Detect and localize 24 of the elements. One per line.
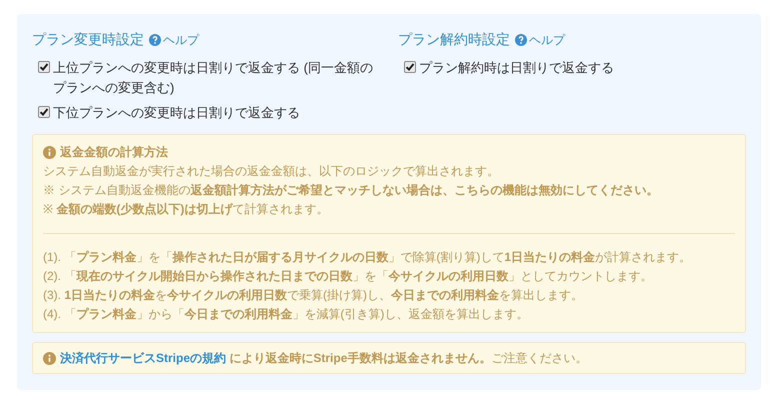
option-label: 上位プランへの変更時は日割りで返金する (同一金額のプランへの変更含む) [53, 59, 373, 97]
checkbox[interactable] [404, 61, 416, 73]
info-text: ※ 金額の端数(少数点以下)は切上げて計算されます。 [43, 201, 330, 218]
calculation-step: (1). 「プラン料金」を「操作された日が届する月サイクルの日数」で除算(割り算)して1日当たりの料金が計算されます。 [43, 248, 735, 267]
info-text: システム自動返金が実行された場合の返金金額は、以下のロジックで算出されます。 [43, 163, 500, 180]
section-title: プラン解約時設定 [398, 30, 510, 49]
help-icon [515, 34, 527, 46]
calculation-step: (3). 1日当たりの料金を今サイクルの利用日数で乗算(掛け算)し、今日までの利用料金を算出します。 [43, 286, 735, 305]
terms-link[interactable]: 決済代行サービスStripeの規約 [60, 351, 226, 365]
help-icon [149, 34, 161, 46]
option-label: プラン解約時は日割りで返金する [419, 59, 614, 77]
info-icon [43, 146, 56, 159]
info-title: 返金金額の計算方法 [60, 144, 168, 161]
calculation-step: (4). 「プラン料金」から「今日までの利用料金」を減算(引き算)し、返金額を算出します。 [43, 305, 735, 324]
help-link[interactable]: ヘルプ [515, 30, 565, 48]
checkbox[interactable] [38, 106, 50, 118]
section-title: プラン変更時設定 [32, 30, 144, 49]
checkbox[interactable] [38, 61, 50, 73]
help-link[interactable]: ヘルプ [149, 30, 199, 48]
calculation-step: (2). 「現在のサイクル開始日から操作された日までの日数」を「今サイクルの利用日数」としてカウントします。 [43, 267, 735, 286]
info-text: ※ システム自動返金機能の返金額計算方法がご希望とマッチしない場合は、こちらの機能は無効にしてください。 [43, 182, 660, 199]
info-icon [43, 352, 56, 364]
option-label: 下位プランへの変更時は日割りで返金する [53, 104, 300, 122]
notice-text: 決済代行サービスStripeの規約 により返金時にStripe手数料は返金されません。ご注意ください。 [60, 350, 588, 367]
